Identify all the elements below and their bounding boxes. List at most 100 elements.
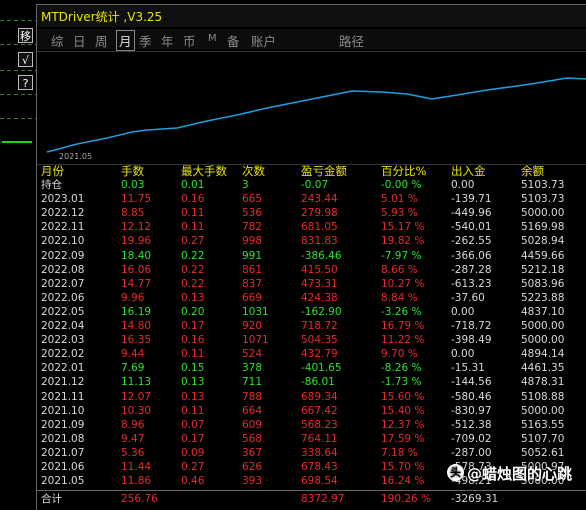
tab-path[interactable]: 路径 — [339, 31, 364, 50]
title-bar[interactable]: MTDriver统计 ,V3.25 — [37, 5, 586, 27]
cell-profit: 424.38 — [301, 291, 338, 304]
table-row: 2021.12 11.13 0.13 711 -86.01 -1.73 % -144.56 4… — [37, 375, 586, 389]
cell-profit: 667.42 — [301, 404, 338, 417]
cell-profit: 831.83 — [301, 235, 338, 248]
cell-percent: 8.66 % — [381, 263, 418, 276]
tab-summary[interactable]: 综 — [51, 31, 64, 50]
cell-deposits: 0.00 — [451, 348, 475, 361]
cell-percent: 11.22 % — [381, 334, 425, 347]
cell-balance: 5103.73 — [521, 193, 565, 206]
cell-max-lots: 0.27 — [181, 461, 205, 473]
cell-month: 2022.07 — [41, 277, 85, 290]
watermark-logo-icon: 头 — [447, 464, 464, 481]
move-button[interactable]: 移 — [18, 28, 33, 43]
cell-month: 2022.02 — [41, 348, 85, 361]
header-lots: 手数 — [121, 164, 144, 178]
cell-max-lots: 0.11 — [181, 207, 205, 220]
table-row: 2021.08 9.47 0.17 568 764.11 17.59 % -709.02 51… — [37, 432, 586, 446]
total-row: 合计 256.76 8372.97 190.26 % -3269.31 — [37, 490, 586, 507]
cell-month: 2021.12 — [41, 376, 85, 389]
cell-count: 861 — [242, 263, 263, 276]
cell-month: 2023.01 — [41, 193, 85, 206]
cell-profit: 243.44 — [301, 193, 338, 206]
header-deposits: 出入金 — [451, 164, 486, 178]
cell-month: 2022.03 — [41, 334, 85, 347]
cell-balance: 5163.55 — [521, 418, 565, 431]
check-button[interactable]: √ — [18, 52, 33, 67]
gutter-green-line — [2, 141, 32, 143]
tab-year[interactable]: 年 — [161, 31, 174, 50]
cell-percent: 12.37 % — [381, 418, 425, 431]
cell-max-lots: 0.17 — [181, 432, 205, 445]
cell-deposits: -287.28 — [451, 263, 492, 276]
cell-profit: 698.54 — [301, 475, 338, 488]
cell-count: 1031 — [242, 305, 269, 318]
cell-lots: 11.86 — [121, 475, 152, 488]
tab-day[interactable]: 日 — [73, 31, 86, 50]
cell-lots: 11.13 — [121, 376, 152, 389]
cell-lots: 14.80 — [121, 320, 152, 332]
gutter-dash — [0, 94, 36, 95]
cell-month: 2021.07 — [41, 446, 85, 459]
header-count: 次数 — [242, 164, 265, 178]
cell-max-lots: 0.17 — [181, 320, 205, 332]
cell-count: 3 — [242, 179, 249, 191]
window-title: MTDriver统计 ,V3.25 — [41, 10, 163, 24]
cell-lots: 0.03 — [121, 179, 145, 191]
cell-count: 998 — [242, 235, 263, 248]
tab-week[interactable]: 周 — [95, 31, 108, 50]
cell-deposits: 0.00 — [451, 305, 475, 318]
total-lots: 256.76 — [121, 493, 158, 505]
cell-lots: 9.96 — [121, 291, 145, 304]
cell-lots: 19.96 — [121, 235, 152, 248]
table-row: 2021.07 5.36 0.09 367 338.64 7.18 % -287.00 505… — [37, 446, 586, 460]
tab-account[interactable]: 账户 — [251, 31, 276, 50]
cell-deposits: -449.96 — [451, 207, 492, 220]
left-gutter: 移 √ ? — [0, 0, 36, 509]
cell-count: 664 — [242, 404, 263, 417]
table-row: 2023.01 11.75 0.16 665 243.44 5.01 % -139.71 51… — [37, 192, 586, 206]
cell-profit: 504.35 — [301, 334, 338, 347]
cell-count: 782 — [242, 221, 263, 234]
cell-profit: 764.11 — [301, 432, 338, 445]
watermark: 头 @蜡烛图的心跳 — [447, 463, 572, 484]
cell-percent: 16.79 % — [381, 320, 425, 332]
tab-magic[interactable]: M — [208, 33, 217, 44]
cell-percent: 10.27 % — [381, 277, 425, 290]
tab-month[interactable]: 月 — [116, 30, 135, 51]
table-row: 2022.08 16.06 0.22 861 415.50 8.66 % -287.28 52… — [37, 263, 586, 277]
cell-balance: 5083.96 — [521, 277, 565, 290]
cell-max-lots: 0.27 — [181, 235, 205, 248]
cell-lots: 8.96 — [121, 418, 145, 431]
cell-balance: 5107.70 — [521, 432, 565, 445]
cell-percent: -7.97 % — [381, 249, 422, 262]
cell-percent: 15.40 % — [381, 404, 425, 417]
cell-max-lots: 0.46 — [181, 475, 205, 488]
tab-quarter[interactable]: 季 — [139, 31, 152, 50]
cell-balance: 5000.00 — [521, 207, 565, 220]
help-button[interactable]: ? — [18, 75, 33, 90]
cell-lots: 7.69 — [121, 362, 145, 375]
cell-lots: 16.35 — [121, 334, 152, 347]
cell-balance: 4459.66 — [521, 249, 565, 262]
cell-count: 367 — [242, 446, 263, 459]
cell-lots: 16.19 — [121, 305, 152, 318]
cell-lots: 12.12 — [121, 221, 152, 234]
cell-balance: 4461.35 — [521, 362, 565, 375]
tab-currency[interactable]: 币 — [183, 31, 196, 50]
cell-deposits: -540.01 — [451, 221, 492, 234]
cell-balance: 5028.94 — [521, 235, 565, 248]
cell-deposits: -830.97 — [451, 404, 492, 417]
cell-count: 788 — [242, 390, 263, 403]
cell-profit: 279.98 — [301, 207, 338, 220]
cell-count: 536 — [242, 207, 263, 220]
cell-count: 920 — [242, 320, 263, 332]
table-row: 2022.12 8.85 0.11 536 279.98 5.93 % -449.96 500… — [37, 206, 586, 220]
cell-deposits: -262.55 — [451, 235, 492, 248]
cell-percent: 7.18 % — [381, 446, 418, 459]
cell-balance: 5223.88 — [521, 291, 565, 304]
cell-max-lots: 0.13 — [181, 390, 205, 403]
cell-profit: 678.43 — [301, 461, 338, 473]
table-row: 2022.05 16.19 0.20 1031 -162.90 -3.26 % 0.00 48… — [37, 305, 586, 319]
tab-note[interactable]: 备 — [227, 31, 240, 50]
